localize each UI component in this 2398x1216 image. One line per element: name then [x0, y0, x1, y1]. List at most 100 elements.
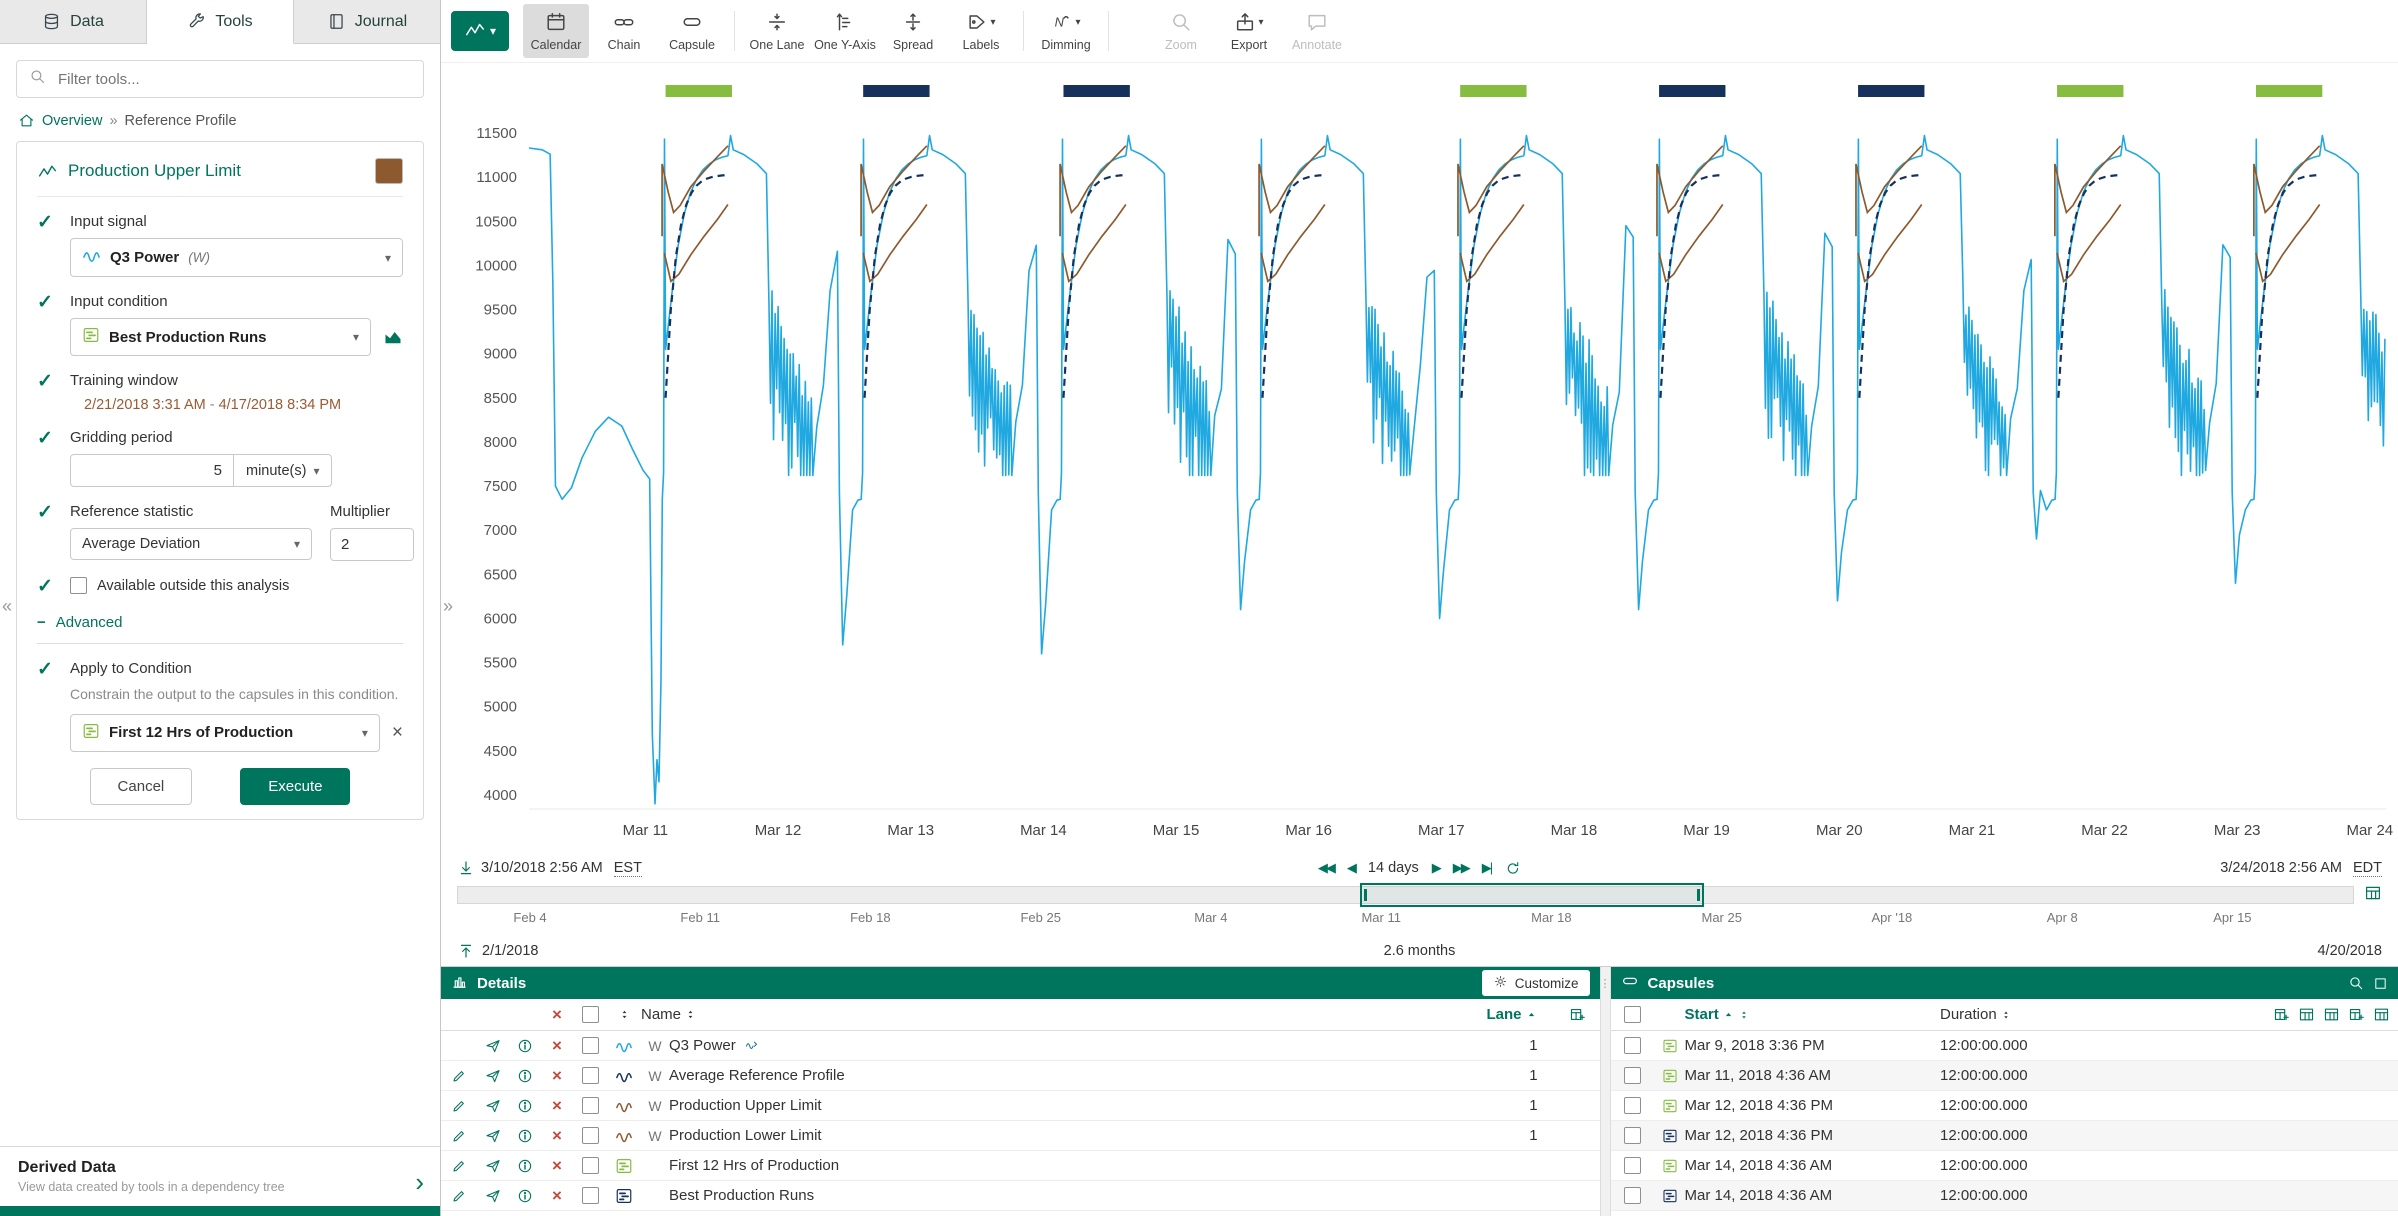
row-checkbox[interactable]	[582, 1097, 599, 1114]
input-condition-dropdown[interactable]: Best Production Runs ▾	[70, 318, 371, 356]
collapse-sidebar-icon[interactable]: »	[443, 596, 453, 617]
swap-icon[interactable]	[744, 1038, 759, 1053]
multiplier-input[interactable]	[330, 528, 414, 561]
select-all-checkbox[interactable]	[582, 1006, 599, 1023]
details-row[interactable]: ×WProduction Upper Limit1	[441, 1091, 1600, 1121]
capsule-row[interactable]: Mar 11, 2018 4:36 AM12:00:00.000	[1611, 1061, 2398, 1091]
pencil-icon[interactable]	[451, 1098, 467, 1114]
capsule-checkbox[interactable]	[1624, 1187, 1641, 1204]
grid-icon[interactable]	[2373, 1006, 2390, 1023]
reference-statistic-select[interactable]: Average Deviation ▾	[70, 528, 312, 560]
cancel-button[interactable]: Cancel	[90, 768, 193, 805]
capsule-checkbox[interactable]	[1624, 1127, 1641, 1144]
details-row[interactable]: ×WProduction Lower Limit1	[441, 1121, 1600, 1151]
tab-journal[interactable]: Journal	[294, 0, 440, 43]
filter-tools-input[interactable]	[56, 70, 411, 89]
gridding-period-input[interactable]	[70, 454, 234, 487]
capsule-row[interactable]: Mar 12, 2018 4:36 PM12:00:00.000	[1611, 1091, 2398, 1121]
start-column-header[interactable]: Start	[1685, 1006, 1719, 1023]
toolbar-button-capsule[interactable]: Capsule	[659, 4, 725, 58]
step-back-fast-icon[interactable]: ◀◀	[1318, 860, 1334, 876]
capsule-checkbox[interactable]	[1624, 1097, 1641, 1114]
tab-data[interactable]: Data	[0, 0, 147, 43]
remove-item-icon[interactable]: ×	[552, 1157, 562, 1174]
display-range-start[interactable]: 3/10/2018 2:56 AM	[481, 860, 603, 876]
toolbar-button-spread[interactable]: Spread	[880, 4, 946, 58]
color-swatch[interactable]	[375, 158, 403, 184]
plane-icon[interactable]	[485, 1188, 501, 1204]
remove-item-icon[interactable]: ×	[552, 1037, 562, 1054]
pan-start-icon[interactable]	[457, 859, 475, 877]
row-checkbox[interactable]	[582, 1127, 599, 1144]
capsule-checkbox[interactable]	[1624, 1067, 1641, 1084]
sort-icon[interactable]	[1738, 1009, 1750, 1021]
step-forward-fast-icon[interactable]: ▶▶	[1453, 860, 1469, 876]
toolbar-button-one-y-axis[interactable]: One Y-Axis	[812, 4, 878, 58]
row-checkbox[interactable]	[582, 1037, 599, 1054]
grid-plus-icon[interactable]	[2273, 1006, 2290, 1023]
remove-all-icon[interactable]: ×	[552, 1006, 562, 1023]
capsule-row[interactable]: Mar 12, 2018 4:36 PM12:00:00.000	[1611, 1121, 2398, 1151]
lane-column-header[interactable]: Lane	[1487, 1006, 1522, 1023]
pencil-icon[interactable]	[451, 1188, 467, 1204]
maximize-panel-icon[interactable]	[2373, 976, 2388, 991]
display-range-end-tz[interactable]: EDT	[2353, 860, 2382, 877]
toolbar-button-export[interactable]: ▾Export	[1216, 4, 1282, 58]
area-chart-icon[interactable]	[383, 327, 403, 347]
filter-tools-box[interactable]	[16, 60, 424, 98]
row-checkbox[interactable]	[582, 1067, 599, 1084]
pencil-icon[interactable]	[451, 1128, 467, 1144]
plane-icon[interactable]	[485, 1158, 501, 1174]
derived-data-panel[interactable]: Derived Data View data created by tools …	[0, 1146, 440, 1206]
scrubber-right-handle[interactable]	[1697, 889, 1700, 901]
capsule-checkbox[interactable]	[1624, 1157, 1641, 1174]
plane-icon[interactable]	[485, 1068, 501, 1084]
toolbar-button-dimming[interactable]: N▾Dimming	[1033, 4, 1099, 58]
pan-up-icon[interactable]	[457, 942, 475, 960]
capsule-checkbox[interactable]	[1624, 1037, 1641, 1054]
plane-icon[interactable]	[485, 1038, 501, 1054]
plane-icon[interactable]	[485, 1098, 501, 1114]
details-row[interactable]: ×Best Production Runs	[441, 1181, 1600, 1211]
step-forward-icon[interactable]: ▶	[1432, 860, 1440, 876]
toolbar-button-calendar[interactable]: Calendar	[523, 4, 589, 58]
row-checkbox[interactable]	[582, 1157, 599, 1174]
remove-item-icon[interactable]: ×	[552, 1067, 562, 1084]
remove-item-icon[interactable]: ×	[552, 1127, 562, 1144]
details-row[interactable]: ×WQ3 Power1	[441, 1031, 1600, 1061]
capsule-row[interactable]: Mar 9, 2018 3:36 PM12:00:00.000	[1611, 1031, 2398, 1061]
info-icon[interactable]	[517, 1038, 533, 1054]
scrubber-track[interactable]	[457, 886, 2354, 904]
info-icon[interactable]	[517, 1098, 533, 1114]
display-range-end[interactable]: 3/24/2018 2:56 AM	[2220, 860, 2342, 876]
toolbar-button-one-lane[interactable]: One Lane	[744, 4, 810, 58]
info-icon[interactable]	[517, 1128, 533, 1144]
step-back-icon[interactable]: ◀	[1347, 860, 1355, 876]
panel-splitter[interactable]: ⋮	[1600, 967, 1611, 1216]
input-signal-dropdown[interactable]: Q3 Power (W) ▾	[70, 238, 403, 277]
trend-chart[interactable]: 1150011000105001000095009000850080007500…	[441, 63, 2398, 853]
capsules-select-all-checkbox[interactable]	[1624, 1006, 1641, 1023]
available-outside-checkbox[interactable]	[70, 577, 87, 594]
grid-icon[interactable]	[2323, 1006, 2340, 1023]
capsule-row[interactable]: Mar 14, 2018 4:36 AM12:00:00.000	[1611, 1181, 2398, 1211]
remove-item-icon[interactable]: ×	[552, 1187, 562, 1204]
display-range-start-tz[interactable]: EST	[614, 860, 642, 877]
toolbar-button-chain[interactable]: Chain	[591, 4, 657, 58]
sort-icon[interactable]	[2000, 1009, 2012, 1021]
training-window-range[interactable]: 2/21/2018 3:31 AM-4/17/2018 8:34 PM	[70, 397, 403, 413]
sort-icon[interactable]	[618, 1008, 631, 1021]
info-icon[interactable]	[517, 1068, 533, 1084]
pencil-icon[interactable]	[451, 1158, 467, 1174]
row-checkbox[interactable]	[582, 1187, 599, 1204]
trend-chart-area[interactable]: 1150011000105001000095009000850080007500…	[441, 63, 2398, 853]
info-icon[interactable]	[517, 1158, 533, 1174]
advanced-toggle[interactable]: − Advanced	[37, 612, 403, 644]
plane-icon[interactable]	[485, 1128, 501, 1144]
scrubber-left-handle[interactable]	[1364, 889, 1367, 901]
toolbar-button-labels[interactable]: ▾Labels	[948, 4, 1014, 58]
name-column-header[interactable]: Name	[641, 1006, 681, 1023]
capsule-time-icon[interactable]	[2364, 884, 2382, 907]
grid-plus-icon[interactable]	[2348, 1006, 2365, 1023]
capsules-search-icon[interactable]	[2348, 975, 2364, 991]
